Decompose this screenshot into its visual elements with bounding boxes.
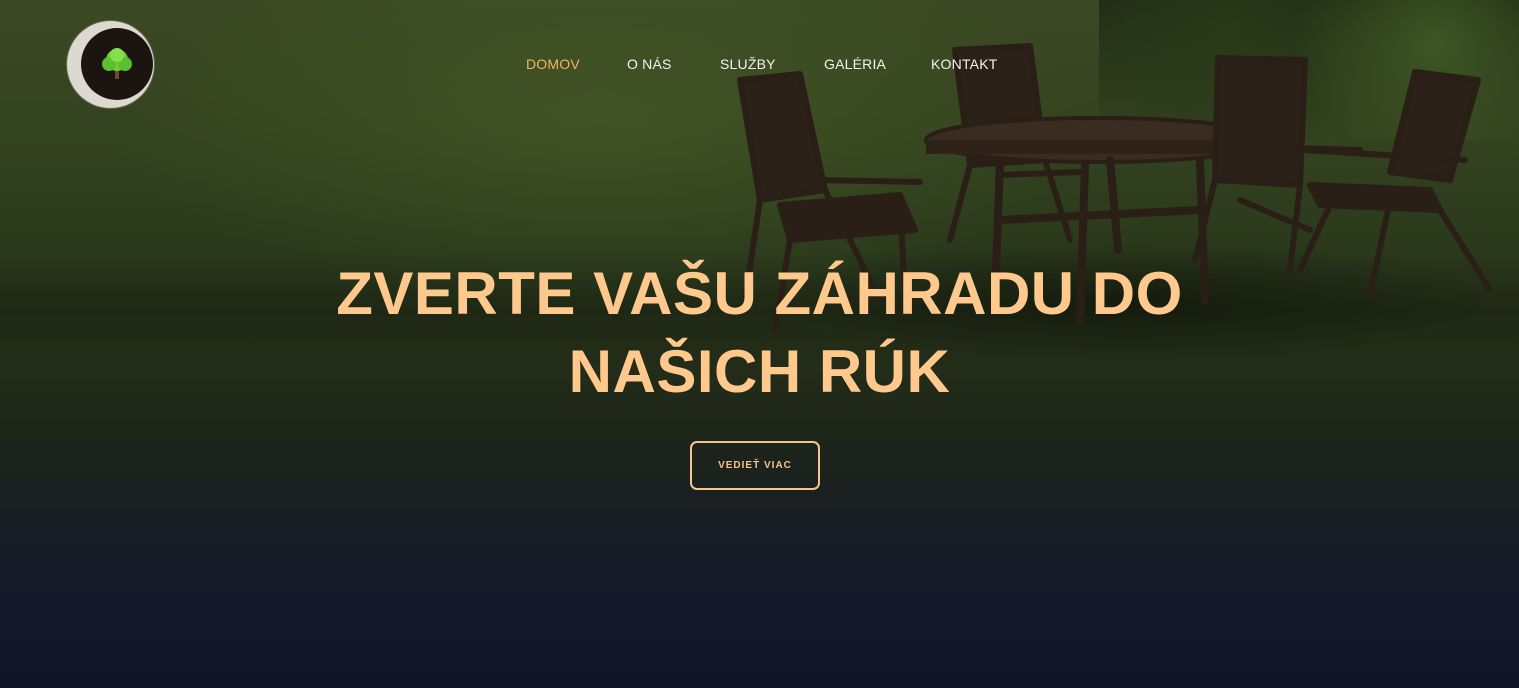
logo[interactable]	[67, 21, 154, 108]
nav-item-galeria[interactable]: GALÉRIA	[824, 56, 886, 72]
nav-item-domov[interactable]: DOMOV	[526, 56, 580, 72]
logo-badge	[81, 28, 153, 100]
nav-item-sluzby[interactable]: SLUŽBY	[720, 56, 776, 72]
nav-item-kontakt[interactable]: KONTAKT	[931, 56, 997, 72]
hero-headline-line2: NAŠICH RÚK	[568, 338, 951, 405]
hero-headline: ZVERTE VAŠU ZÁHRADU DO NAŠICH RÚK	[0, 255, 1519, 411]
nav-item-o-nas[interactable]: O NÁS	[627, 56, 672, 72]
learn-more-button[interactable]: VEDIEŤ VIAC	[690, 441, 820, 490]
hero-headline-line1: ZVERTE VAŠU ZÁHRADU DO	[336, 260, 1183, 327]
tree-icon	[102, 48, 132, 79]
